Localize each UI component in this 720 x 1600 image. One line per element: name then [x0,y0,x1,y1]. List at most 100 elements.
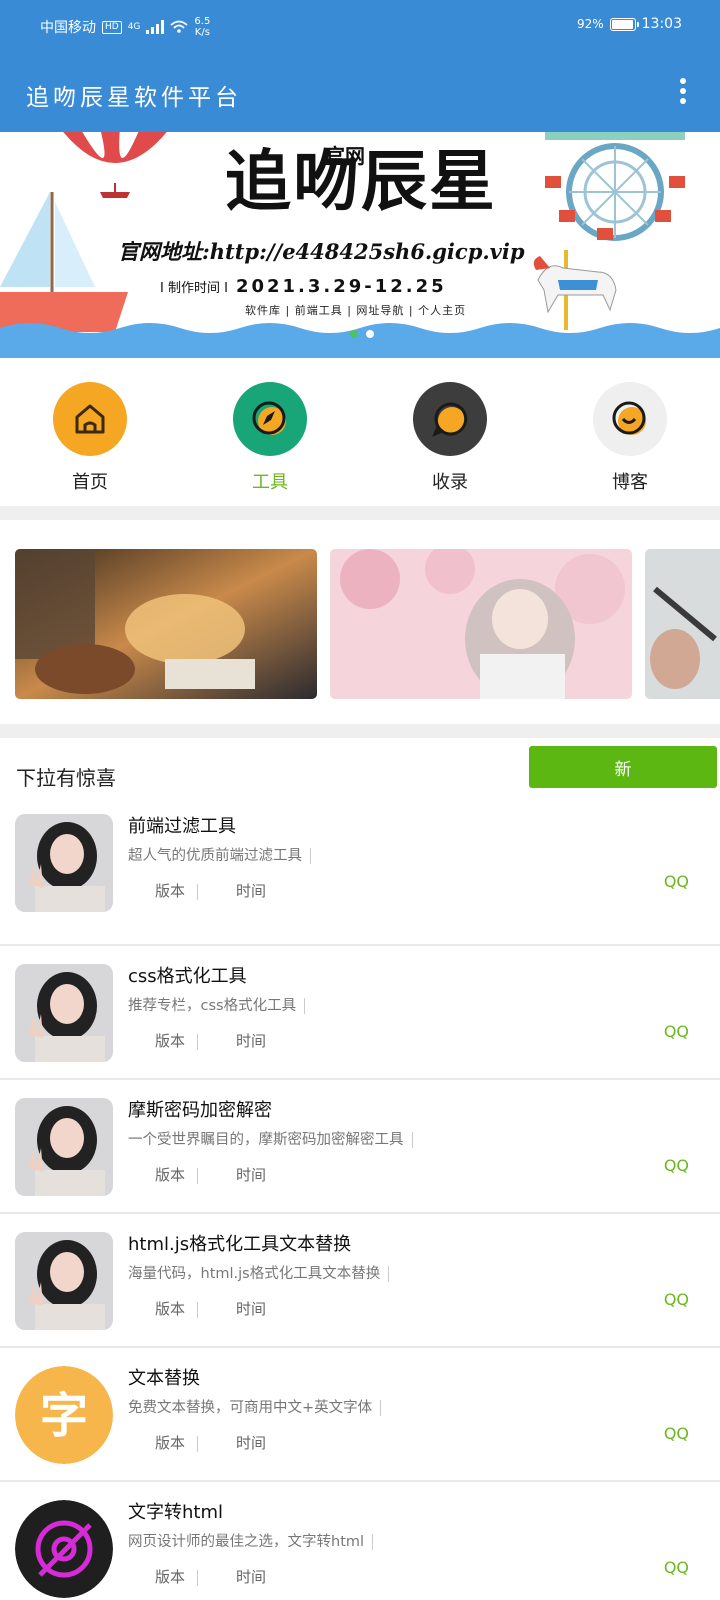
app-bar: 追吻辰星软件平台 [0,52,720,132]
gallery-image[interactable] [645,549,720,699]
nav-collection-circle [413,382,487,456]
pager-dot[interactable] [366,330,374,338]
item-version-label: 版本 [155,880,198,901]
app-title: 追吻辰星软件平台 [26,85,242,111]
more-vert-icon[interactable] [676,74,690,108]
smile-icon [612,401,646,435]
item-version-label: 版本 [155,1298,198,1319]
qq-link[interactable]: QQ [664,1022,689,1041]
item-meta: 版本 时间 [155,1164,266,1185]
item-title: 摩斯密码加密解密 [128,1100,272,1121]
list-item[interactable]: 字 文本替换 免费文本替换，可商用中文+英文字体 版本 时间 QQ [0,1348,720,1482]
nav-blog-circle [593,382,667,456]
sailboat-icon [0,192,128,332]
tool-list: 前端过滤工具 超人气的优质前端过滤工具 版本 时间 QQ css格式化工具 推荐专… [0,812,720,1600]
quick-nav: 首页 工具 收录 博客 [0,358,720,506]
qq-link[interactable]: QQ [664,1558,689,1577]
item-description: 超人气的优质前端过滤工具 [128,844,311,865]
section-divider [0,724,720,738]
item-meta: 版本 时间 [155,1030,266,1051]
gallery-image[interactable] [330,549,632,699]
pager-dot[interactable] [350,330,358,338]
battery-percent: 92% [576,17,604,31]
item-thumbnail [15,1098,113,1196]
gallery-image[interactable] [15,549,317,699]
nav-label: 首页 [72,472,108,493]
section-title: 下拉有惊喜 [16,766,116,790]
item-time-label: 时间 [236,1300,267,1318]
carrier-label: 中国移动 [40,20,96,36]
battery-icon [609,17,639,31]
nav-blog[interactable]: 博客 [540,358,720,506]
item-description: 推荐专栏，css格式化工具 [128,994,305,1015]
item-thumbnail [15,1500,113,1598]
home-icon [75,404,105,434]
nav-home-circle [53,382,127,456]
qq-link[interactable]: QQ [664,1156,689,1175]
list-item[interactable]: 摩斯密码加密解密 一个受世界瞩目的，摩斯密码加密解密工具 版本 时间 QQ [0,1080,720,1214]
atom-icon [15,1500,113,1598]
item-time-label: 时间 [236,1032,267,1050]
item-thumbnail [15,964,113,1062]
item-time-label: 时间 [236,882,267,900]
banner-carousel[interactable]: 官网 追吻辰星 官网地址:http://e448425sh6.gicp.vip … [0,132,720,358]
new-button[interactable]: 新 [529,746,717,788]
item-meta: 版本 时间 [155,1566,266,1587]
item-description: 一个受世界瞩目的，摩斯密码加密解密工具 [128,1128,413,1149]
qq-link[interactable]: QQ [664,1290,689,1309]
nav-collection[interactable]: 收录 [360,358,540,506]
nav-tools[interactable]: 工具 [180,358,360,506]
item-title: 文字转html [128,1502,224,1523]
clock: 13:03 [641,16,682,32]
wifi-icon [170,20,188,33]
item-time-label: 时间 [236,1166,267,1184]
banner-pager [350,330,374,338]
banner-date: I 制作时间 I 2021.3.29-12.25 [160,276,447,297]
nav-label: 博客 [612,472,648,493]
list-item[interactable]: css格式化工具 推荐专栏，css格式化工具 版本 时间 QQ [0,946,720,1080]
wave-decoration [0,323,720,358]
item-meta: 版本 时间 [155,880,266,901]
section-divider [0,506,720,520]
item-version-label: 版本 [155,1030,198,1051]
network-type: 4G [127,22,141,32]
banner-title: 追吻辰星 [225,142,497,220]
item-meta: 版本 时间 [155,1432,266,1453]
item-description: 网页设计师的最佳之选，文字转html [128,1530,373,1551]
item-title: 前端过滤工具 [128,816,236,837]
banner-links: 软件库 | 前端工具 | 网址导航 | 个人主页 [245,304,467,317]
banner-date-label: I 制作时间 I [160,281,228,296]
item-description: 海量代码，html.js格式化工具文本替换 [128,1262,389,1283]
char-icon: 字 [40,1388,88,1444]
item-time-label: 时间 [236,1568,267,1586]
item-version-label: 版本 [155,1566,198,1587]
item-title: css格式化工具 [128,966,247,987]
status-bar: 中国移动 HD 4G 6.5 K/s 92% 13:03 [0,0,720,52]
item-meta: 版本 时间 [155,1298,266,1319]
list-item[interactable]: 前端过滤工具 超人气的优质前端过滤工具 版本 时间 QQ [0,812,720,946]
image-gallery [15,549,720,699]
item-time-label: 时间 [236,1434,267,1452]
ferris-wheel-icon [545,132,685,241]
item-version-label: 版本 [155,1432,198,1453]
item-version-label: 版本 [155,1164,198,1185]
nav-label: 收录 [432,472,468,493]
signal-icon [146,20,165,34]
net-speed: 6.5 K/s [194,16,211,38]
nav-home[interactable]: 首页 [0,358,180,506]
qq-link[interactable]: QQ [664,872,689,891]
list-item[interactable]: 文字转html 网页设计师的最佳之选，文字转html 版本 时间 QQ [0,1482,720,1600]
hd-badge: HD [102,20,122,34]
nav-label: 工具 [252,472,288,493]
nav-tools-circle [233,382,307,456]
item-thumbnail: 字 [15,1366,113,1464]
item-description: 免费文本替换，可商用中文+英文字体 [128,1396,381,1417]
chat-bubble-icon [432,402,468,437]
item-title: html.js格式化工具文本替换 [128,1234,352,1255]
list-item[interactable]: html.js格式化工具文本替换 海量代码，html.js格式化工具文本替换 版… [0,1214,720,1348]
item-thumbnail [15,1232,113,1330]
banner-url: 官网地址:http://e448425sh6.gicp.vip [118,239,525,264]
qq-link[interactable]: QQ [664,1424,689,1443]
banner-date-range: 2021.3.29-12.25 [235,276,447,297]
item-thumbnail [15,814,113,912]
